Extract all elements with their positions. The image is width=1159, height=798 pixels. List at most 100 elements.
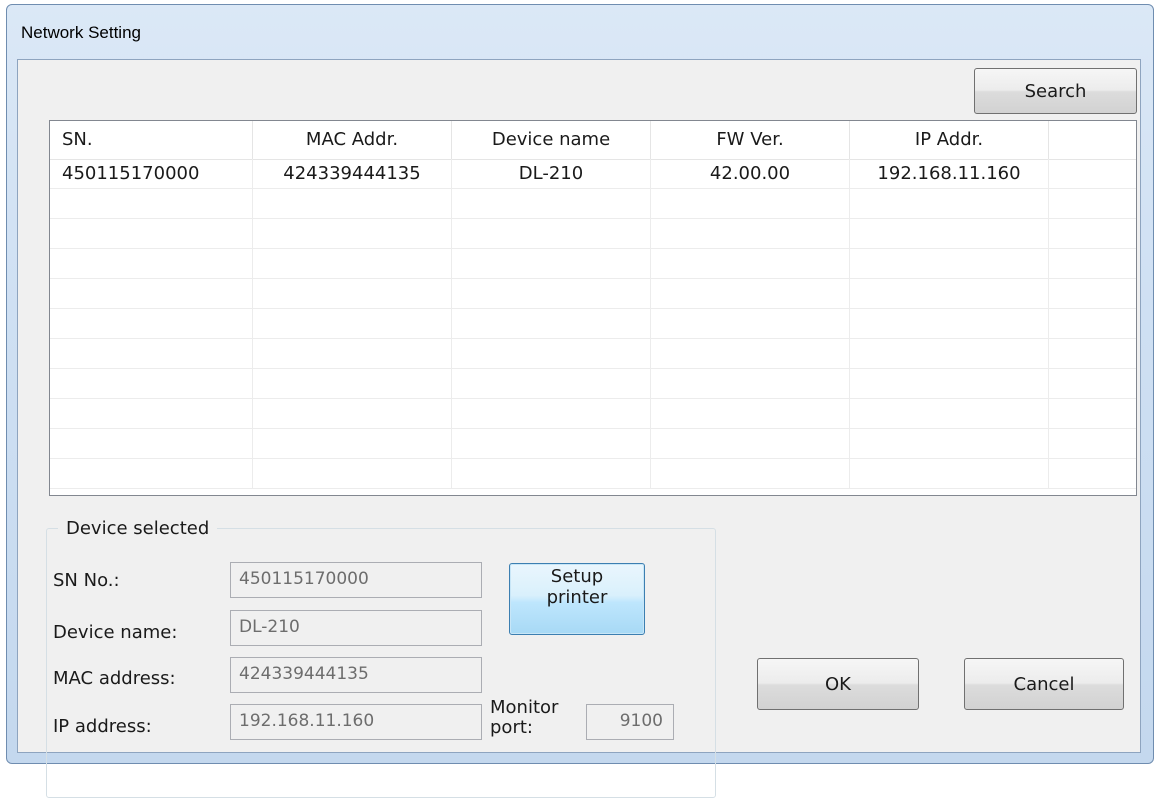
empty-row: [50, 219, 1136, 249]
empty-cell: [50, 399, 253, 429]
empty-cell: [850, 249, 1049, 279]
empty-cell: [651, 429, 850, 459]
sn-field[interactable]: 450115170000: [230, 562, 482, 598]
empty-cell: [1049, 309, 1136, 339]
empty-cell: [50, 249, 253, 279]
device-selected-legend: Device selected: [58, 518, 218, 539]
empty-cell: [253, 309, 452, 339]
cell-filler: [1049, 159, 1136, 189]
ok-button[interactable]: OK: [757, 658, 919, 710]
empty-cell: [850, 189, 1049, 219]
empty-cell: [452, 399, 651, 429]
empty-cell: [253, 279, 452, 309]
column-header-device-name[interactable]: Device name: [452, 121, 651, 159]
empty-cell: [253, 219, 452, 249]
column-header-sn[interactable]: SN.: [50, 121, 253, 159]
empty-cell: [651, 459, 850, 489]
empty-cell: [850, 399, 1049, 429]
empty-cell: [50, 429, 253, 459]
empty-cell: [253, 399, 452, 429]
empty-cell: [1049, 249, 1136, 279]
empty-cell: [253, 459, 452, 489]
empty-cell: [253, 189, 452, 219]
empty-cell: [452, 219, 651, 249]
cell-ip: 192.168.11.160: [850, 159, 1049, 189]
device-name-field[interactable]: DL-210: [230, 610, 482, 646]
sn-label: SN No.:: [53, 570, 120, 591]
empty-cell: [1049, 219, 1136, 249]
empty-row: [50, 399, 1136, 429]
device-list[interactable]: SN. MAC Addr. Device name FW Ver. IP Add…: [49, 120, 1137, 496]
empty-cell: [452, 339, 651, 369]
empty-cell: [651, 369, 850, 399]
search-button[interactable]: Search: [974, 68, 1137, 114]
empty-cell: [452, 309, 651, 339]
empty-cell: [651, 339, 850, 369]
empty-row: [50, 249, 1136, 279]
empty-cell: [651, 249, 850, 279]
empty-cell: [50, 279, 253, 309]
ip-address-field[interactable]: 192.168.11.160: [230, 704, 482, 740]
network-setting-window: Network Setting Search SN. MAC Addr. Dev…: [6, 4, 1154, 798]
empty-row: [50, 429, 1136, 459]
empty-cell: [850, 459, 1049, 489]
cell-mac: 424339444135: [253, 159, 452, 189]
setup-printer-button[interactable]: Setup printer: [509, 563, 645, 635]
empty-cell: [253, 339, 452, 369]
cell-device-name: DL-210: [452, 159, 651, 189]
empty-cell: [50, 339, 253, 369]
column-header-fw-ver[interactable]: FW Ver.: [651, 121, 850, 159]
empty-cell: [452, 189, 651, 219]
column-header-filler: [1049, 121, 1136, 159]
cell-fw-ver: 42.00.00: [651, 159, 850, 189]
empty-cell: [452, 369, 651, 399]
empty-cell: [651, 309, 850, 339]
empty-cell: [50, 219, 253, 249]
empty-cell: [452, 459, 651, 489]
empty-cell: [651, 219, 850, 249]
mac-address-field[interactable]: 424339444135: [230, 657, 482, 693]
empty-cell: [452, 249, 651, 279]
empty-cell: [651, 189, 850, 219]
window-title: Network Setting: [21, 23, 141, 42]
empty-row: [50, 189, 1136, 219]
empty-cell: [50, 309, 253, 339]
empty-cell: [1049, 369, 1136, 399]
empty-row: [50, 339, 1136, 369]
cell-sn: 450115170000: [50, 159, 253, 189]
monitor-port-field[interactable]: 9100: [586, 704, 674, 740]
empty-cell: [452, 429, 651, 459]
empty-cell: [253, 249, 452, 279]
monitor-port-label: Monitor port:: [490, 697, 559, 738]
ip-address-label: IP address:: [53, 716, 152, 737]
empty-cell: [651, 399, 850, 429]
empty-cell: [651, 279, 850, 309]
empty-cell: [452, 279, 651, 309]
empty-cell: [253, 369, 452, 399]
empty-cell: [850, 339, 1049, 369]
empty-cell: [850, 309, 1049, 339]
empty-cell: [850, 429, 1049, 459]
device-name-label: Device name:: [53, 622, 178, 643]
empty-row: [50, 459, 1136, 489]
empty-cell: [850, 279, 1049, 309]
empty-row: [50, 309, 1136, 339]
dialog-client-area: Search SN. MAC Addr. Device name FW Ver.…: [17, 59, 1141, 798]
cancel-button[interactable]: Cancel: [964, 658, 1124, 710]
empty-cell: [50, 189, 253, 219]
empty-cell: [1049, 399, 1136, 429]
column-header-ip[interactable]: IP Addr.: [850, 121, 1049, 159]
empty-cell: [253, 429, 452, 459]
column-header-mac[interactable]: MAC Addr.: [253, 121, 452, 159]
table-row[interactable]: 450115170000 424339444135 DL-210 42.00.0…: [50, 159, 1136, 189]
empty-cell: [1049, 339, 1136, 369]
mac-address-label: MAC address:: [53, 668, 176, 689]
empty-cell: [1049, 429, 1136, 459]
empty-cell: [850, 369, 1049, 399]
empty-cell: [850, 219, 1049, 249]
empty-cell: [50, 459, 253, 489]
empty-cell: [1049, 279, 1136, 309]
empty-row: [50, 369, 1136, 399]
empty-cell: [1049, 189, 1136, 219]
device-list-header: SN. MAC Addr. Device name FW Ver. IP Add…: [50, 121, 1136, 160]
